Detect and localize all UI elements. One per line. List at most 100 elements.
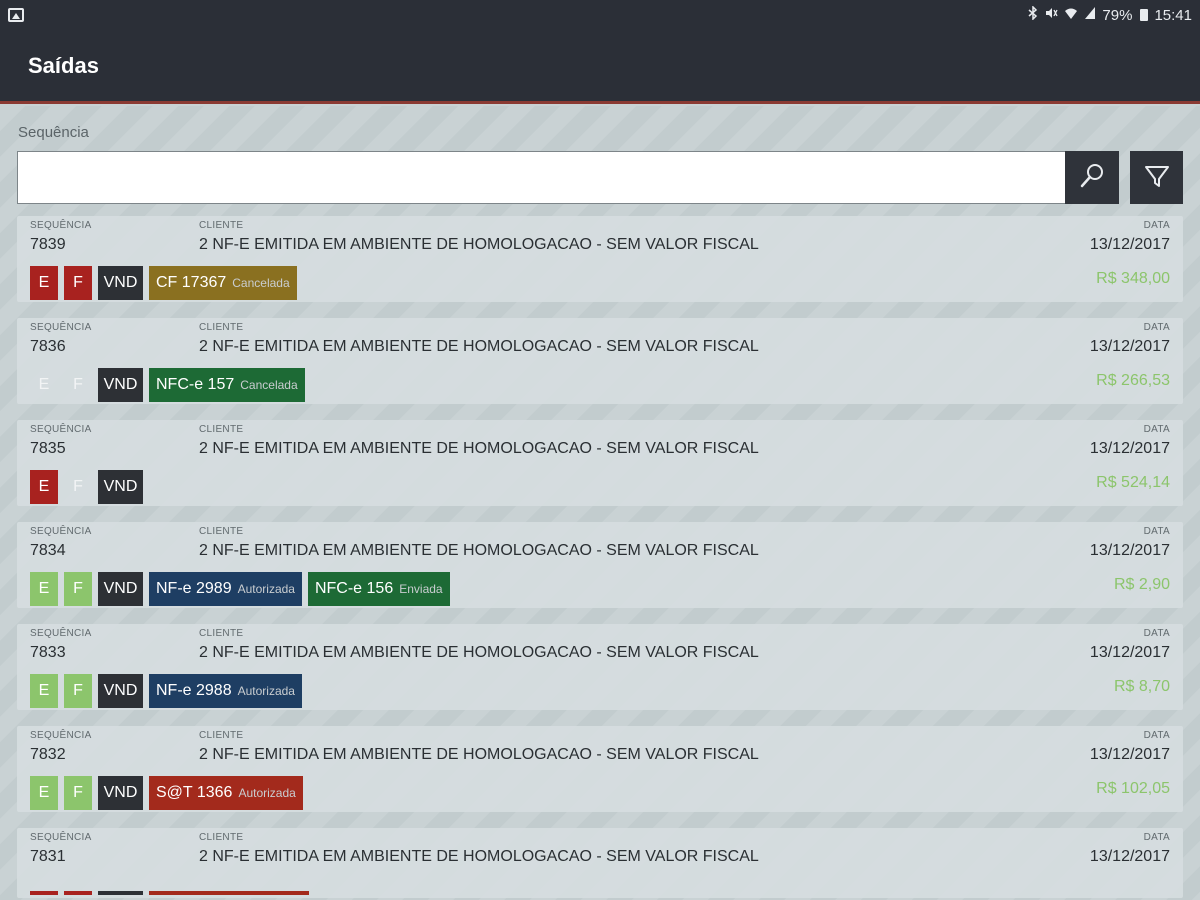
f-badge: F	[73, 376, 83, 393]
total-value: R$ 8,70	[1113, 678, 1170, 695]
sequence-label: SEQUÊNCIA	[30, 832, 92, 843]
sequence-label: SEQUÊNCIA	[30, 322, 92, 333]
date-label: DATA	[1143, 526, 1170, 537]
image-notification-icon	[8, 8, 24, 22]
search-input[interactable]	[17, 151, 1065, 204]
document-name: S@T 1366	[156, 784, 233, 801]
document-status: Enviada	[399, 582, 443, 596]
date-value: 13/12/2017	[1089, 338, 1170, 355]
client-label: CLIENTE	[199, 526, 244, 537]
client-label: CLIENTE	[199, 730, 244, 741]
type-badge: VND	[98, 776, 143, 810]
sequence-value: 7836	[30, 338, 66, 355]
document-badge[interactable]: S@T 1366 Autorizada	[149, 776, 303, 810]
badges-row: E F VND NF-e 2988 Autorizada	[30, 674, 302, 708]
list-item[interactable]: SEQUÊNCIA CLIENTE DATA 7833 2 NF-E EMITIDA E…	[17, 624, 1183, 710]
total-value: R$ 266,53	[1096, 372, 1170, 389]
document-status: Autorizada	[237, 582, 295, 596]
client-value: 2 NF-E EMITIDA EM AMBIENTE DE HOMOLOGACA…	[199, 338, 759, 355]
document-status: Autorizada	[237, 684, 295, 698]
document-name: CF 17367	[156, 274, 227, 291]
sequence-label: SEQUÊNCIA	[30, 526, 92, 537]
badge-strip	[64, 891, 92, 895]
total-value: R$ 102,05	[1096, 780, 1170, 797]
total-value: R$ 524,14	[1096, 474, 1170, 491]
document-status: Autorizada	[238, 786, 296, 800]
document-badge[interactable]: NFC-e 156 Enviada	[307, 572, 450, 606]
type-badge: VND	[98, 674, 143, 708]
search-button[interactable]	[1065, 151, 1119, 204]
filter-button[interactable]	[1130, 151, 1183, 204]
client-label: CLIENTE	[199, 322, 244, 333]
sequence-label: SEQUÊNCIA	[30, 730, 92, 741]
client-value: 2 NF-E EMITIDA EM AMBIENTE DE HOMOLOGACA…	[199, 236, 759, 253]
list-item[interactable]: SEQUÊNCIA CLIENTE DATA 7839 2 NF-E EMITIDA E…	[17, 216, 1183, 302]
badge-strip	[149, 891, 309, 895]
document-badge[interactable]: NFC-e 157 Cancelada	[149, 368, 305, 402]
badges-row: E F VND NFC-e 157 Cancelada	[30, 368, 305, 402]
list-item[interactable]: SEQUÊNCIA CLIENTE DATA 7832 2 NF-E EMITIDA E…	[17, 726, 1183, 812]
f-badge: F	[73, 478, 83, 495]
type-badge: VND	[98, 470, 143, 504]
e-badge: E	[30, 470, 58, 504]
date-label: DATA	[1143, 322, 1170, 333]
list-item[interactable]: SEQUÊNCIA CLIENTE DATA 7835 2 NF-E EMITIDA E…	[17, 420, 1183, 506]
date-value: 13/12/2017	[1089, 440, 1170, 457]
content-area: Sequência SEQUÊNCIA CLIENTE DATA 7839 2 NF-E…	[0, 106, 1200, 900]
document-status: Cancelada	[232, 276, 290, 290]
client-value: 2 NF-E EMITIDA EM AMBIENTE DE HOMOLOGACA…	[199, 542, 759, 559]
sequence-value: 7834	[30, 542, 66, 559]
search-row	[17, 151, 1119, 204]
sequence-value: 7839	[30, 236, 66, 253]
client-value: 2 NF-E EMITIDA EM AMBIENTE DE HOMOLOGACA…	[199, 644, 759, 661]
list-item[interactable]: SEQUÊNCIA CLIENTE DATA 7836 2 NF-E EMITIDA E…	[17, 318, 1183, 404]
sequence-label: SEQUÊNCIA	[30, 424, 92, 435]
e-badge: E	[38, 376, 50, 393]
type-badge: VND	[98, 266, 143, 300]
f-badge: F	[64, 266, 92, 300]
date-label: DATA	[1143, 832, 1170, 843]
page-title: Saídas	[28, 52, 99, 78]
partial-badges	[30, 891, 309, 895]
sequence-label: SEQUÊNCIA	[30, 220, 92, 231]
e-badge: E	[30, 572, 58, 606]
search-label: Sequência	[18, 124, 89, 141]
client-value: 2 NF-E EMITIDA EM AMBIENTE DE HOMOLOGACA…	[199, 440, 759, 457]
client-label: CLIENTE	[199, 832, 244, 843]
document-badge[interactable]: CF 17367 Cancelada	[149, 266, 297, 300]
clock: 15:41	[1154, 6, 1192, 24]
date-value: 13/12/2017	[1089, 746, 1170, 763]
date-value: 13/12/2017	[1089, 236, 1170, 253]
f-badge: F	[64, 572, 92, 606]
sales-list: SEQUÊNCIA CLIENTE DATA 7839 2 NF-E EMITIDA E…	[17, 216, 1183, 900]
document-name: NF-e 2989	[156, 580, 232, 597]
badges-row: E F VND S@T 1366 Autorizada	[30, 776, 303, 810]
document-name: NFC-e 156	[314, 580, 394, 597]
date-value: 13/12/2017	[1089, 644, 1170, 661]
date-label: DATA	[1143, 424, 1170, 435]
list-item[interactable]: SEQUÊNCIA CLIENTE DATA 7831 2 NF-E EMITIDA E…	[17, 828, 1183, 898]
document-badge[interactable]: NF-e 2989 Autorizada	[149, 572, 302, 606]
badges-row: E F VND CF 17367 Cancelada	[30, 266, 297, 300]
e-badge: E	[30, 776, 58, 810]
date-label: DATA	[1143, 730, 1170, 741]
sequence-value: 7835	[30, 440, 66, 457]
wifi-icon	[1064, 6, 1078, 24]
app-bar: Saídas	[0, 30, 1200, 104]
type-badge: VND	[98, 572, 143, 606]
filter-icon	[1143, 162, 1171, 193]
list-item[interactable]: SEQUÊNCIA CLIENTE DATA 7834 2 NF-E EMITIDA E…	[17, 522, 1183, 608]
client-label: CLIENTE	[199, 628, 244, 639]
document-badge[interactable]: NF-e 2988 Autorizada	[149, 674, 302, 708]
f-badge: F	[64, 776, 92, 810]
sequence-label: SEQUÊNCIA	[30, 628, 92, 639]
signal-icon	[1084, 6, 1096, 24]
client-value: 2 NF-E EMITIDA EM AMBIENTE DE HOMOLOGACA…	[199, 746, 759, 763]
e-badge: E	[30, 266, 58, 300]
badge-strip	[30, 891, 58, 895]
badges-row: E F VND	[30, 470, 143, 504]
bluetooth-icon	[1028, 5, 1038, 24]
type-badge: VND	[98, 368, 143, 402]
client-label: CLIENTE	[199, 424, 244, 435]
sequence-value: 7832	[30, 746, 66, 763]
